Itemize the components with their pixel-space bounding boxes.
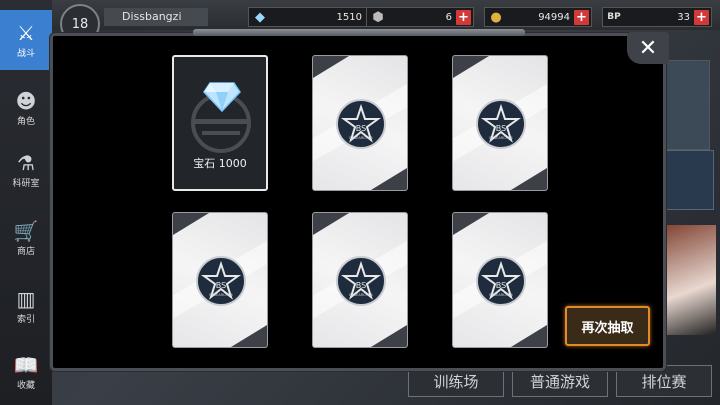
flask-icon: ⚗ [17, 150, 35, 175]
svg-text:RESEARCHER: RESEARCHER [349, 293, 373, 297]
nav-item-shop[interactable]: 🛒 商店 [0, 208, 52, 268]
resource-value: 33 [677, 11, 690, 23]
nav-label: 索引 [16, 314, 35, 325]
bs-researcher-logo-icon: BS RESEARCHER [476, 256, 526, 306]
nav-item-lab[interactable]: ⚗ 科研室 [0, 140, 52, 200]
nav-label: 角色 [16, 116, 35, 127]
nav-label: 科研室 [12, 178, 40, 189]
draw-again-button[interactable]: 再次抽取 [565, 306, 650, 346]
svg-text:RESEARCHER: RESEARCHER [489, 136, 513, 140]
coin-icon: ● [490, 9, 502, 25]
svg-text:RESEARCHER: RESEARCHER [349, 136, 373, 140]
reward-label: 宝石 1000 [193, 157, 247, 170]
nav-item-battle[interactable]: ⚔ 战斗 [0, 10, 52, 70]
resource-bp: BP 33 + [602, 7, 712, 27]
card-back[interactable]: BS RESEARCHER [312, 212, 408, 348]
resource-value: 94994 [538, 11, 570, 23]
card-back[interactable]: BS RESEARCHER [452, 55, 548, 191]
nav-label: 收藏 [16, 380, 35, 391]
books-icon: ▥ [16, 286, 36, 311]
svg-text:BS: BS [356, 281, 366, 290]
nav-item-character[interactable]: ☻ 角色 [0, 78, 52, 138]
card-back[interactable]: BS RESEARCHER [312, 55, 408, 191]
revealed-reward-card[interactable]: 宝石 1000 [172, 55, 268, 191]
resource-coin: ● 94994 + [484, 7, 592, 27]
bs-researcher-logo-icon: BS RESEARCHER [336, 256, 386, 306]
left-nav: ⚔ 战斗 ☻ 角色 ⚗ 科研室 🛒 商店 ▥ 索引 📖 收藏 [0, 0, 52, 405]
resource-value: 6 [445, 11, 452, 23]
ore-icon: ⬢ [372, 9, 384, 25]
resource-ore: ⬢ 6 + [366, 7, 474, 27]
add-bp-button[interactable]: + [694, 9, 709, 25]
bs-researcher-logo-icon: BS RESEARCHER [196, 256, 246, 306]
cart-icon: 🛒 [13, 218, 39, 243]
add-coin-button[interactable]: + [574, 9, 589, 25]
card-back[interactable]: BS RESEARCHER [452, 212, 548, 348]
nav-label: 战斗 [16, 48, 35, 59]
bp-icon: BP [607, 12, 621, 22]
player-name[interactable]: Dissbangzi [104, 8, 208, 26]
open-book-icon: 📖 [13, 352, 39, 377]
nav-item-index[interactable]: ▥ 索引 [0, 276, 52, 336]
dialog-handle [193, 29, 525, 36]
nav-label: 商店 [16, 246, 35, 257]
svg-text:BS: BS [496, 281, 506, 290]
crossed-swords-icon: ⚔ [17, 20, 35, 45]
bs-researcher-logo-icon: BS RESEARCHER [336, 99, 386, 149]
svg-text:RESEARCHER: RESEARCHER [209, 293, 233, 297]
nav-item-collection[interactable]: 📖 收藏 [0, 342, 52, 402]
svg-text:RESEARCHER: RESEARCHER [489, 293, 513, 297]
resource-value: 1510 [336, 11, 362, 23]
svg-text:BS: BS [216, 281, 226, 290]
gem-icon [203, 82, 241, 113]
svg-text:BS: BS [356, 124, 366, 133]
close-icon: ✕ [638, 35, 658, 61]
bs-researcher-logo-icon: BS RESEARCHER [476, 99, 526, 149]
crystal-icon: ◆ [255, 9, 265, 25]
character-icon: ☻ [15, 88, 37, 113]
svg-text:BS: BS [496, 124, 506, 133]
card-back[interactable]: BS RESEARCHER [172, 212, 268, 348]
add-ore-button[interactable]: + [456, 9, 471, 25]
resource-crystal: ◆ 1510 + [248, 7, 384, 27]
close-button[interactable]: ✕ [627, 32, 669, 64]
